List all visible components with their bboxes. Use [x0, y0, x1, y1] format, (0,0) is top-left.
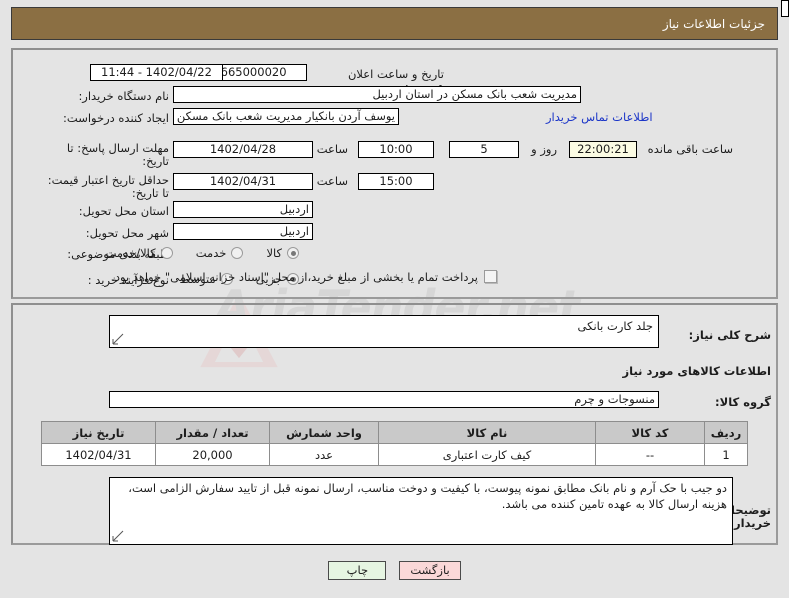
table-column-code: کد کالا: [595, 421, 705, 444]
buyer-notes-value[interactable]: دو جیب با حک آرم و نام بانک مطابق نمونه …: [109, 477, 733, 545]
buyer-org-label: نام دستگاه خریدار:: [78, 89, 169, 103]
table-cell-date: 1402/04/31: [41, 443, 156, 466]
response-deadline-time: 10:00: [358, 141, 434, 158]
delivery-province-value: اردبیل: [173, 201, 313, 218]
subject-category-option-goods[interactable]: کالا: [266, 246, 299, 260]
delivery-city-label: شهر محل تحویل:: [85, 226, 169, 240]
table-cell-name: کیف کارت اعتباری: [378, 443, 596, 466]
subject-category-option-service[interactable]: خدمت: [196, 246, 244, 260]
general-description-value[interactable]: جلد کارت بانکی: [109, 315, 659, 348]
radio-icon[interactable]: [287, 247, 299, 259]
table-header-row: ردیف کد کالا نام کالا واحد شمارش تعداد /…: [41, 421, 748, 444]
delivery-city-value: اردبیل: [173, 223, 313, 240]
subject-category-option-goods-service[interactable]: کالا/خدمت: [106, 246, 173, 260]
table-cell-quantity: 20,000: [155, 443, 270, 466]
price-validity-date: 1402/04/31: [173, 173, 313, 190]
goods-group-value: منسوجات و چرم: [109, 391, 659, 408]
response-deadline-date: 1402/04/28: [173, 141, 313, 158]
response-deadline-time-label: ساعت: [316, 142, 348, 156]
goods-section-title: اطلاعات کالاهای مورد نیاز: [622, 364, 771, 378]
response-deadline-countdown: 22:00:21: [569, 141, 637, 158]
general-description-label: شرح کلی نیاز:: [688, 328, 771, 342]
subject-category-option-service-label: خدمت: [195, 246, 227, 260]
response-deadline-days-label: روز و: [531, 142, 557, 156]
delivery-province-label: استان محل تحویل:: [78, 204, 169, 218]
table-cell-row: 1: [704, 443, 748, 466]
action-button-bar: بازگشت چاپ: [0, 561, 789, 580]
goods-table: ردیف کد کالا نام کالا واحد شمارش تعداد /…: [41, 421, 748, 466]
buyer-org-value: مدیریت شعب بانک مسکن در استان اردبیل: [173, 86, 581, 103]
request-creator-value: یوسف آردن بانکیار مدیریت شعب بانک مسکن د…: [173, 108, 399, 125]
price-validity-time-label: ساعت: [316, 174, 348, 188]
price-validity-label: حداقل تاریخ اعتبار قیمت: تا تاریخ:: [47, 173, 169, 200]
page-title-text: جزئیات اطلاعات نیاز: [662, 16, 765, 31]
radio-icon[interactable]: [231, 247, 244, 259]
table-cell-unit: عدد: [269, 443, 379, 466]
islamic-treasury-checkbox-group[interactable]: پرداخت تمام یا بخشی از مبلغ خرید،از محل …: [58, 270, 497, 285]
page-title: جزئیات اطلاعات نیاز: [11, 7, 778, 40]
print-button[interactable]: چاپ: [328, 561, 387, 580]
subject-category-option-goods-service-label: کالا/خدمت: [105, 246, 156, 260]
response-deadline-remaining-label: ساعت باقی مانده: [647, 142, 733, 156]
resize-grip-icon[interactable]: [112, 530, 124, 542]
general-description-text: جلد کارت بانکی: [577, 319, 653, 333]
radio-icon[interactable]: [160, 247, 173, 259]
request-creator-label: ایجاد کننده درخواست:: [63, 111, 169, 125]
page-root: AriaTender.net جزئیات اطلاعات نیاز شماره…: [0, 0, 789, 598]
subject-category-option-goods-label: کالا: [266, 246, 282, 260]
islamic-treasury-checkbox-label: پرداخت تمام یا بخشی از مبلغ خرید،از محل …: [111, 270, 478, 284]
table-row: 1 -- کیف کارت اعتباری عدد 20,000 1402/04…: [41, 443, 748, 466]
table-cell-code: --: [595, 443, 705, 466]
price-validity-time: 15:00: [358, 173, 434, 190]
spacer7: [781, 0, 789, 17]
table-column-unit: واحد شمارش: [269, 421, 379, 444]
subject-category-options: کالا خدمت کالا/خدمت: [88, 244, 299, 263]
checkbox-icon[interactable]: [484, 270, 497, 283]
table-column-row: ردیف: [704, 421, 748, 444]
table-column-date: تاریخ نیاز: [41, 421, 156, 444]
announce-datetime-value: 1402/04/22 - 11:44: [90, 64, 223, 81]
buyer-notes-text: دو جیب با حک آرم و نام بانک مطابق نمونه …: [128, 481, 727, 511]
back-button[interactable]: بازگشت: [399, 561, 461, 580]
response-deadline-days: 5: [449, 141, 519, 158]
table-column-name: نام کالا: [378, 421, 596, 444]
buyer-contact-link[interactable]: اطلاعات تماس خریدار: [546, 109, 653, 126]
goods-group-label: گروه کالا:: [715, 395, 771, 409]
response-deadline-label: مهلت ارسال پاسخ: تا تاریخ:: [66, 141, 169, 168]
table-column-quantity: تعداد / مقدار: [155, 421, 270, 444]
resize-grip-icon[interactable]: [112, 333, 124, 345]
